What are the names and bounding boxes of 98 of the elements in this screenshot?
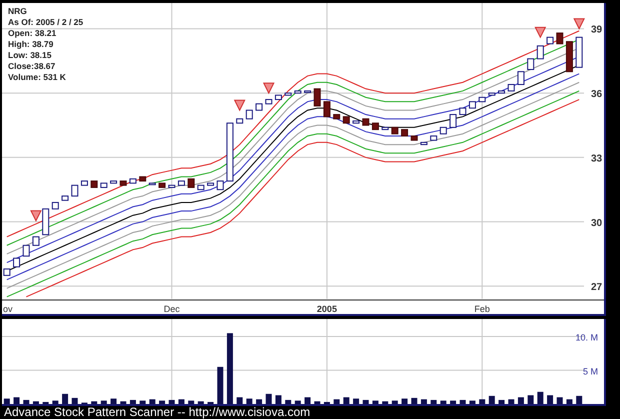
volume-bar: [130, 400, 136, 404]
candlestick: [32, 236, 40, 246]
volume-bar: [285, 400, 292, 404]
volume-bar: [208, 402, 214, 404]
volume-bar: [72, 398, 78, 404]
candlestick: [22, 244, 30, 257]
candlestick: [450, 114, 457, 128]
volume-bar: [236, 397, 243, 404]
volume-bar: [32, 401, 39, 404]
quote-info-text: As Of: 2005 / 2 / 25: [8, 17, 84, 28]
y-axis-label: 5 M: [582, 366, 598, 376]
volume-bar: [440, 400, 446, 404]
down-triangle-marker: [234, 100, 246, 112]
volume-bar: [266, 394, 272, 404]
volume-bar: [576, 396, 582, 404]
candlestick: [71, 184, 78, 197]
candlestick: [517, 71, 524, 85]
volume-bar: [52, 400, 58, 404]
x-axis-label: ov: [3, 304, 13, 314]
volume-bar: [362, 400, 369, 404]
volume-bar: [304, 397, 311, 404]
down-triangle-marker: [534, 26, 546, 38]
down-triangle-marker: [30, 210, 42, 222]
volume-bar: [217, 366, 224, 404]
volume-bar: [14, 397, 20, 404]
volume-bar: [324, 402, 330, 404]
volume-bar: [149, 399, 156, 404]
volume-bar: [488, 396, 495, 404]
volume-bar: [537, 392, 544, 404]
volume-bar: [198, 401, 204, 404]
volume-bar: [566, 399, 572, 404]
volume-bar: [226, 333, 233, 404]
volume-bar: [392, 400, 398, 404]
candlestick: [576, 36, 583, 68]
candlestick: [314, 88, 321, 106]
volume-bar: [498, 400, 505, 404]
down-triangle-marker: [262, 82, 275, 94]
y-axis-label: 10. M: [575, 332, 598, 343]
volume-bar: [294, 400, 301, 404]
y-axis-label: 36: [591, 89, 602, 100]
candlestick: [556, 32, 564, 44]
y-axis-label: 27: [591, 282, 602, 294]
volume-bar: [314, 401, 320, 404]
volume-bar: [518, 397, 524, 404]
volume-bar: [4, 398, 10, 404]
x-axis-label: Feb: [474, 304, 490, 314]
candlestick: [226, 122, 234, 182]
volume-bar: [334, 399, 340, 404]
candlestick: [42, 208, 50, 236]
volume-bar: [91, 401, 98, 404]
volume-bar: [256, 399, 262, 404]
volume-bar: [528, 395, 534, 404]
candlestick: [546, 36, 554, 44]
volume-bar: [23, 400, 30, 404]
volume-bar: [168, 400, 175, 404]
volume-bar: [178, 399, 184, 404]
x-axis-label: 2005: [316, 304, 337, 314]
volume-bar: [372, 400, 378, 404]
volume-bar: [547, 395, 554, 404]
y-axis-label: 33: [591, 153, 602, 164]
candlestick: [566, 41, 573, 72]
volume-bar: [460, 400, 466, 404]
volume-bar: [100, 400, 107, 404]
x-axis-label: Dec: [164, 304, 180, 314]
down-triangle-marker: [573, 18, 585, 30]
volume-bar: [420, 399, 427, 404]
candlestick: [536, 45, 544, 60]
volume-bar: [479, 399, 486, 404]
volume-bar: [62, 394, 68, 404]
candlestick: [323, 101, 330, 118]
volume-bar: [430, 400, 437, 404]
volume-bar: [343, 397, 350, 404]
volume-bar: [382, 401, 388, 404]
quote-info-text: Close:38.67: [8, 61, 56, 72]
quote-info-text: High: 38.79: [8, 39, 54, 50]
candlestick: [527, 58, 534, 70]
quote-info-text: Volume: 531 K: [8, 72, 67, 83]
volume-bar: [411, 398, 418, 404]
volume-bar: [469, 400, 476, 404]
volume-bar: [275, 395, 282, 404]
y-axis-label: 39: [591, 24, 602, 36]
volume-bar: [120, 401, 126, 404]
volume-bar: [353, 398, 360, 404]
volume-bar: [140, 400, 146, 404]
volume-bar: [508, 399, 514, 404]
volume-bar: [450, 400, 456, 404]
volume-bar: [246, 398, 252, 404]
stock-symbol: NRG: [8, 6, 28, 17]
volume-bar: [159, 400, 166, 404]
footer-text: Advance Stock Pattern Scanner -- http://www.cisiova.com: [3, 406, 312, 419]
volume-bar: [110, 398, 117, 404]
quote-info-text: Open: 38.21: [8, 28, 58, 39]
y-axis-label: 30: [591, 218, 602, 229]
volume-bar: [42, 402, 49, 404]
volume-bar: [402, 398, 408, 404]
volume-bar: [556, 397, 563, 404]
volume-bar: [188, 400, 194, 404]
quote-info-text: Low: 38.15: [8, 50, 52, 61]
